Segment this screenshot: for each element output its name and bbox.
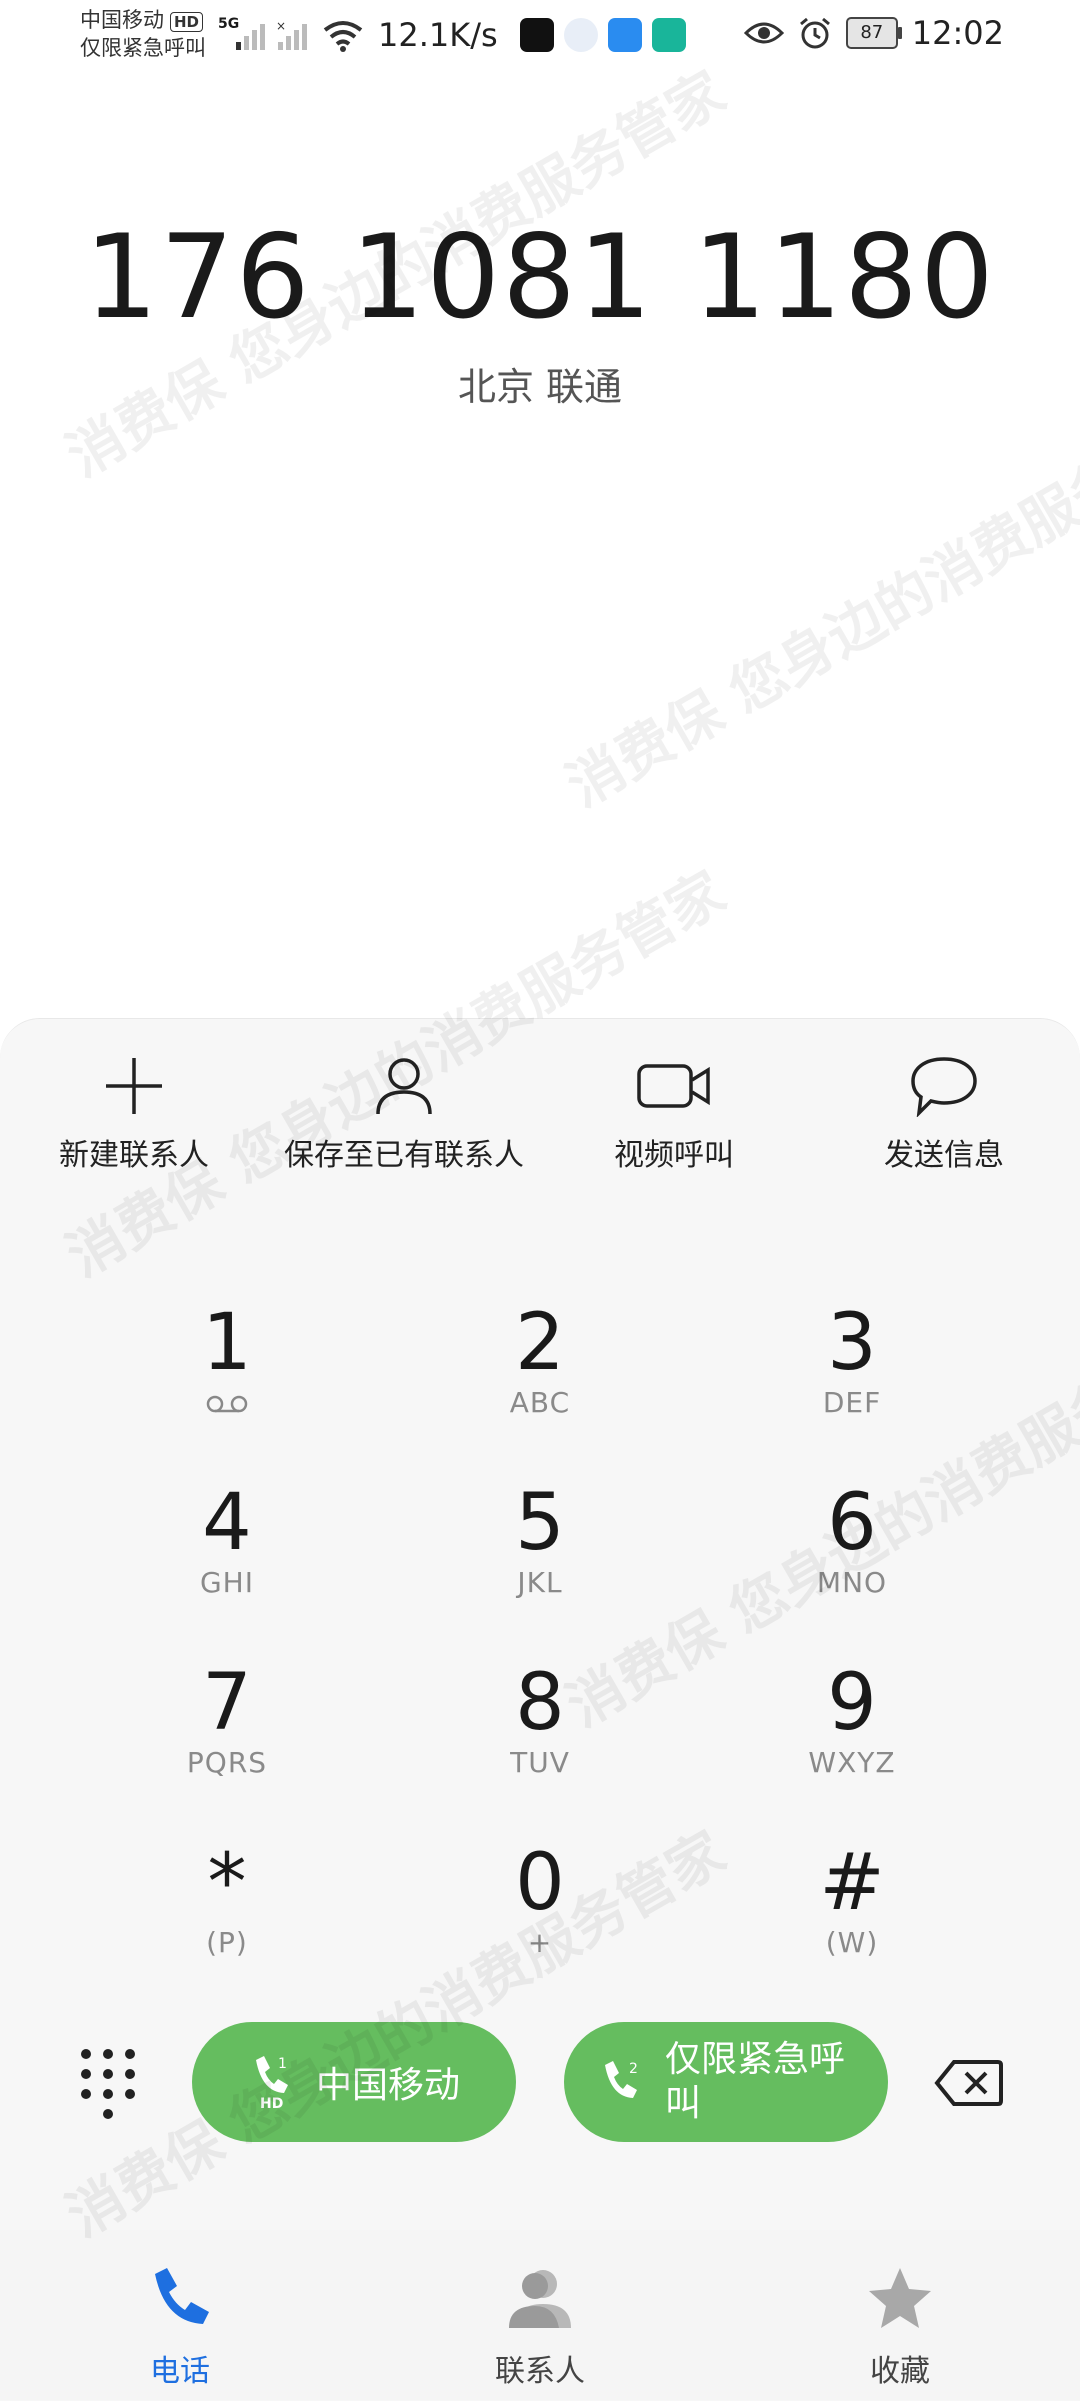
- key-letters: PQRS: [186, 1746, 268, 1779]
- key-digit: 5: [515, 1478, 565, 1568]
- backspace-icon: [934, 2060, 1003, 2106]
- carrier-info: 中国移动 HD 仅限紧急呼叫: [80, 6, 206, 62]
- tab-phone[interactable]: 电话: [80, 2264, 280, 2390]
- key-7[interactable]: 7 PQRS: [97, 1660, 357, 1780]
- key-digit: 0: [515, 1838, 565, 1928]
- plus-icon: [106, 1058, 162, 1114]
- key-3[interactable]: 3 DEF: [722, 1300, 982, 1420]
- key-5[interactable]: 5 JKL: [410, 1480, 670, 1600]
- key-letters: TUV: [510, 1746, 570, 1779]
- key-4[interactable]: 4 GHI: [97, 1480, 357, 1600]
- tab-label: 联系人: [495, 2354, 585, 2389]
- action-label: 新建联系人: [59, 1138, 209, 1173]
- new-contact-button[interactable]: 新建联系人: [4, 1050, 264, 1174]
- quick-actions: 新建联系人 保存至已有联系人 视频呼叫 发送信息: [0, 1050, 1080, 1190]
- signal-1-icon: [236, 24, 265, 50]
- tab-label: 电话: [150, 2354, 210, 2389]
- wifi-icon: [323, 21, 363, 52]
- emergency-only-text: 仅限紧急呼叫: [80, 36, 206, 60]
- key-letters: (W): [825, 1926, 879, 1959]
- backspace-button[interactable]: [934, 2058, 1004, 2108]
- key-digit: 1: [202, 1298, 252, 1388]
- video-camera-icon: [637, 1064, 710, 1108]
- svg-text:2: 2: [629, 2061, 638, 2077]
- star-icon: [869, 2268, 931, 2328]
- app-notification-icon: [564, 18, 598, 52]
- call-row: 1 HD 中国移动 2 仅限紧急呼叫: [0, 2022, 1080, 2146]
- alarm-icon: [799, 17, 830, 49]
- key-letters: GHI: [199, 1566, 254, 1599]
- phone-icon: [155, 2268, 209, 2324]
- key-2[interactable]: 2 ABC: [410, 1300, 670, 1420]
- dialpad-grid-icon: [81, 2049, 135, 2119]
- key-digit: 9: [827, 1658, 877, 1748]
- clock: 12:02: [911, 14, 1004, 52]
- key-letters: JKL: [517, 1566, 563, 1599]
- watermark-text: 消费保 您身边的消费服务管家: [556, 389, 1080, 820]
- tab-label: 收藏: [870, 2354, 930, 2389]
- key-digit: 2: [515, 1298, 565, 1388]
- key-letters: MNO: [816, 1566, 888, 1599]
- message-bubble-icon: [911, 1057, 977, 1117]
- key-8[interactable]: 8 TUV: [410, 1660, 670, 1780]
- svg-text:×: ×: [276, 20, 286, 33]
- app-notification-icon: [652, 18, 686, 52]
- video-call-button[interactable]: 视频呼叫: [544, 1050, 804, 1174]
- svg-text:HD: HD: [260, 2096, 283, 2112]
- key-6[interactable]: 6 MNO: [722, 1480, 982, 1600]
- contacts-person-icon: [509, 2270, 571, 2328]
- dialpad-toggle-button[interactable]: [76, 2044, 140, 2124]
- carrier-name: 中国移动: [80, 8, 164, 32]
- battery-icon: 87: [845, 17, 902, 49]
- notification-icons: [520, 18, 686, 52]
- voicemail-icon: [97, 1386, 357, 1420]
- weather-app-icon: [608, 18, 642, 52]
- key-hash[interactable]: # (W): [722, 1840, 982, 1960]
- key-0[interactable]: 0 +: [410, 1840, 670, 1960]
- key-digit: 3: [827, 1298, 877, 1388]
- call-sim2-button[interactable]: 2 仅限紧急呼叫: [564, 2022, 888, 2142]
- call-sim1-button[interactable]: 1 HD 中国移动: [192, 2022, 516, 2142]
- tab-favorites[interactable]: 收藏: [800, 2264, 1000, 2390]
- svg-text:1: 1: [278, 2056, 287, 2072]
- key-letters: +: [527, 1926, 553, 1959]
- key-1[interactable]: 1: [97, 1300, 357, 1420]
- key-letters: WXYZ: [808, 1746, 896, 1779]
- bottom-tab-bar: 电话 联系人 收藏: [0, 2230, 1080, 2400]
- person-icon: [376, 1058, 432, 1115]
- status-bar: 中国移动 HD 仅限紧急呼叫 5G × 12.1K/s 87 12:02: [0, 0, 1080, 80]
- key-digit: 7: [202, 1658, 252, 1748]
- number-location: 北京 联通: [457, 365, 623, 409]
- key-star[interactable]: * (P): [97, 1840, 357, 1960]
- key-letters: (P): [206, 1926, 248, 1959]
- sim1-label: 中国移动: [315, 2065, 460, 2106]
- app-notification-icon: [520, 18, 554, 52]
- signal-2-icon: ×: [276, 20, 307, 50]
- sim2-label: 仅限紧急呼叫: [665, 2039, 846, 2124]
- save-to-existing-contact-button[interactable]: 保存至已有联系人: [274, 1050, 534, 1174]
- key-digit: *: [207, 1838, 247, 1928]
- action-label: 视频呼叫: [614, 1138, 734, 1173]
- key-digit: 8: [515, 1658, 565, 1748]
- tab-contacts[interactable]: 联系人: [440, 2264, 640, 2390]
- send-message-button[interactable]: 发送信息: [814, 1050, 1074, 1174]
- key-digit: 4: [202, 1478, 252, 1568]
- phone-hd-sim1-icon: 1 HD: [255, 2056, 288, 2112]
- system-status: 87 12:02: [743, 14, 1004, 52]
- key-letters: ABC: [509, 1386, 571, 1419]
- hd-badge: HD: [170, 12, 204, 32]
- key-letters: DEF: [822, 1386, 882, 1419]
- action-label: 保存至已有联系人: [284, 1138, 524, 1173]
- phone-sim2-icon: 2: [605, 2061, 638, 2098]
- key-9[interactable]: 9 WXYZ: [722, 1660, 982, 1780]
- key-digit: #: [819, 1838, 885, 1928]
- key-digit: 6: [827, 1478, 877, 1568]
- dialed-number[interactable]: 176 1081 1180: [0, 210, 1080, 345]
- eye-comfort-icon: [743, 22, 784, 44]
- action-label: 发送信息: [884, 1138, 1004, 1173]
- net-speed: 12.1K/s: [378, 16, 498, 54]
